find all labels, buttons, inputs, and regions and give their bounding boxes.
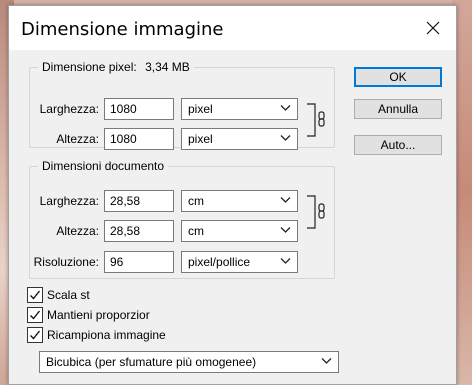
checkbox-box — [27, 327, 43, 343]
chevron-down-icon — [280, 227, 291, 233]
pixel-width-unit-select[interactable]: pixel — [181, 98, 298, 120]
checkbox-box — [27, 307, 43, 323]
pixel-height-unit-select[interactable]: pixel — [181, 128, 298, 150]
document-height-unit-select[interactable]: cm — [181, 220, 298, 242]
pixel-height-unit-value: pixel — [188, 132, 213, 146]
document-width-unit-select[interactable]: cm — [181, 190, 298, 212]
checkmark-icon — [30, 290, 41, 300]
resample-label: Ricampiona immagine — [47, 328, 166, 342]
chevron-down-icon — [280, 135, 291, 141]
chevron-down-icon — [280, 105, 291, 111]
resolution-unit-select[interactable]: pixel/pollice — [181, 251, 298, 273]
document-height-unit-value: cm — [188, 224, 204, 238]
cancel-button[interactable]: Annulla — [354, 99, 442, 119]
pixel-width-input[interactable]: 1080 — [104, 98, 174, 120]
close-button[interactable] — [410, 6, 456, 50]
resolution-input[interactable]: 96 — [104, 251, 174, 273]
checkbox-box — [27, 287, 43, 303]
checkmark-icon — [30, 330, 41, 340]
chevron-down-icon — [280, 258, 291, 264]
document-width-input[interactable]: 28,58 — [104, 190, 174, 212]
close-icon — [426, 21, 440, 35]
pixel-height-label: Altezza: — [56, 132, 99, 146]
pixel-dimensions-size: 3,34 MB — [145, 60, 190, 74]
document-height-label: Altezza: — [56, 224, 99, 238]
document-height-input[interactable]: 28,58 — [104, 220, 174, 242]
pixel-width-unit-value: pixel — [188, 102, 213, 116]
ok-button[interactable]: OK — [354, 67, 442, 87]
constrain-proportions-checkbox[interactable]: Mantieni proporzior — [27, 306, 150, 324]
auto-button[interactable]: Auto... — [354, 135, 442, 155]
document-size-legend: Dimensioni documento — [42, 159, 165, 173]
pixel-chain-link-icon — [307, 103, 325, 137]
resolution-unit-value: pixel/pollice — [188, 255, 251, 269]
image-size-dialog: Dimensione immagine Dimensione pixel: 3,… — [8, 5, 457, 385]
pixel-dimensions-legend: Dimensione pixel: 3,34 MB — [38, 60, 194, 74]
pixel-width-label: Larghezza: — [39, 102, 99, 116]
resample-checkbox[interactable]: Ricampiona immagine — [27, 326, 166, 344]
dialog-content: Dimensione pixel: 3,34 MB Larghezza: 108… — [9, 50, 456, 384]
chevron-down-icon — [280, 197, 291, 203]
scale-styles-label: Scala st — [47, 288, 90, 302]
checkmark-icon — [30, 310, 41, 320]
scale-styles-checkbox[interactable]: Scala st — [27, 286, 90, 304]
resample-method-value: Bicubica (per sfumature più omogenee) — [46, 355, 257, 369]
dialog-title: Dimensione immagine — [21, 19, 224, 40]
resample-method-select[interactable]: Bicubica (per sfumature più omogenee) — [39, 351, 339, 373]
title-bar: Dimensione immagine — [9, 6, 456, 50]
pixel-dimensions-legend-label: Dimensione pixel: — [42, 60, 137, 74]
pixel-height-input[interactable]: 1080 — [104, 128, 174, 150]
document-chain-link-icon — [307, 195, 325, 229]
document-width-label: Larghezza: — [39, 194, 99, 208]
resolution-label: Risoluzione: — [33, 255, 99, 269]
constrain-proportions-label: Mantieni proporzior — [47, 308, 150, 322]
document-width-unit-value: cm — [188, 194, 204, 208]
chevron-down-icon — [321, 358, 332, 364]
